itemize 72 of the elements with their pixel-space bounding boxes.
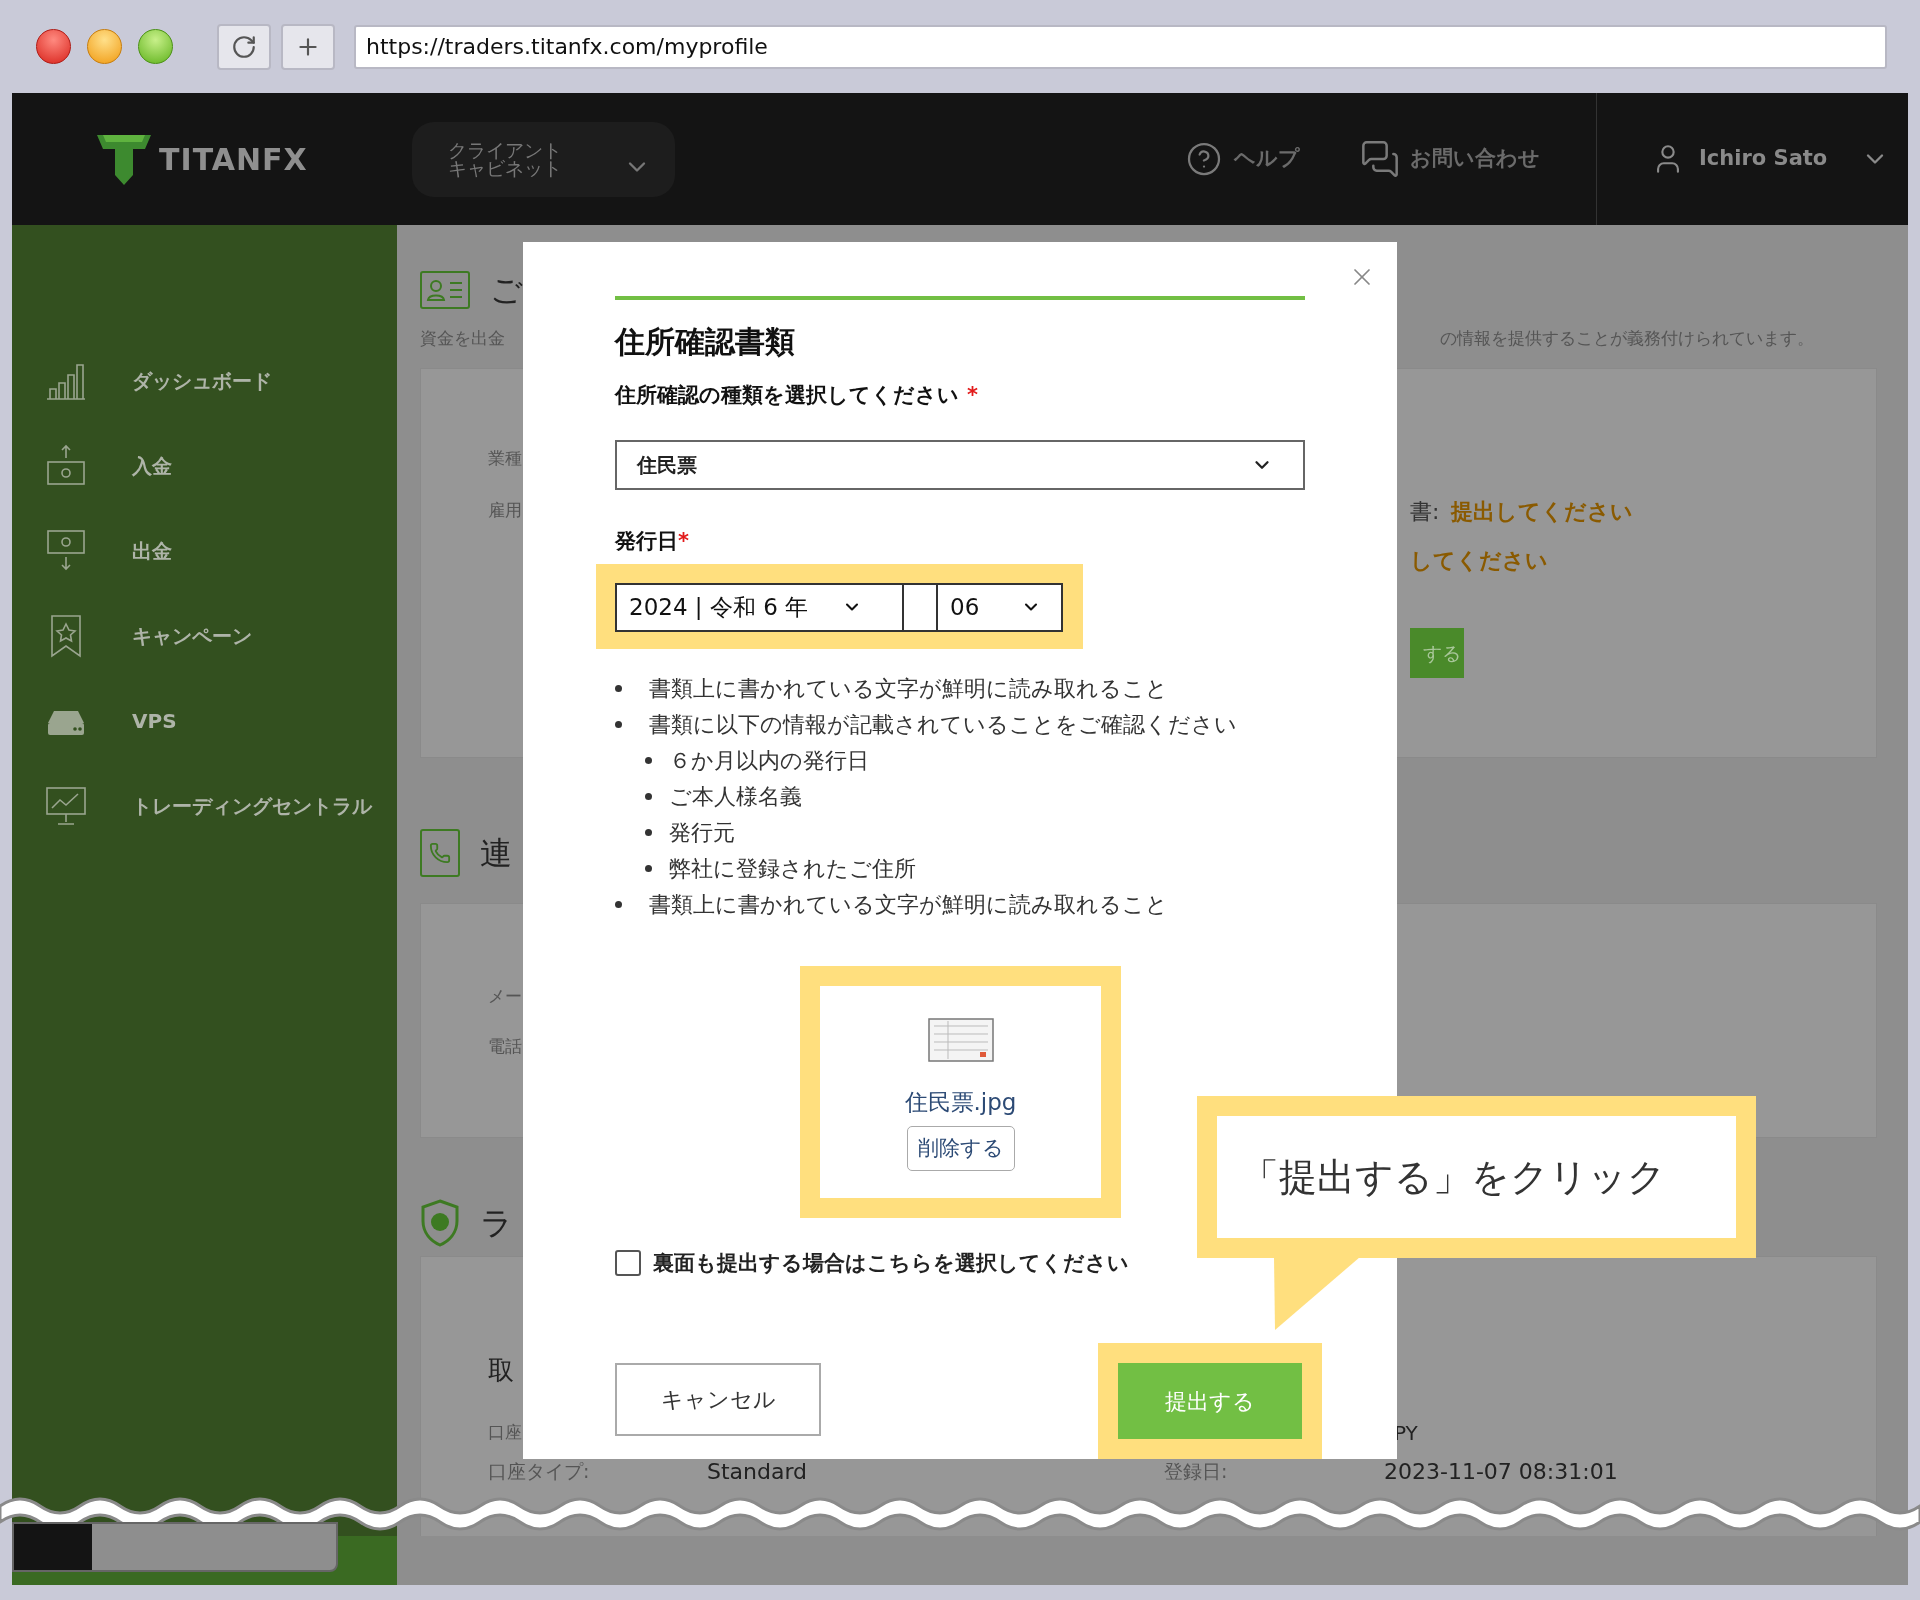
maximize-window-icon[interactable] xyxy=(138,29,173,64)
checkbox[interactable] xyxy=(615,1250,641,1277)
submit-button[interactable]: 提出する xyxy=(1118,1363,1302,1439)
section-heading: ご xyxy=(490,270,523,311)
section-note: の情報を提供することが義務付けられています。 xyxy=(1440,327,1814,351)
delete-button[interactable]: 削除する xyxy=(906,1125,1015,1171)
sidebar-item[interactable]: ダッシュボード xyxy=(12,338,397,423)
status-text: してください xyxy=(1410,547,1549,575)
contact-link[interactable]: お問い合わせ xyxy=(1359,139,1540,179)
document-thumbnail-icon xyxy=(927,1017,994,1062)
checkbox-label: 裏面も提出する場合はこちらを選択してください xyxy=(653,1249,1129,1277)
field-label: 発行日 xyxy=(615,527,678,555)
sidebar-item[interactable]: キャンペーン xyxy=(12,593,397,678)
requirement-text: 発行元 xyxy=(669,818,735,847)
sidebar-item[interactable]: 入金 xyxy=(12,423,397,508)
field-value: Standard xyxy=(707,1457,809,1486)
help-icon xyxy=(1185,141,1222,177)
reload-icon xyxy=(231,33,257,60)
sidebar-item[interactable]: VPS xyxy=(12,678,397,763)
sidebar-item[interactable]: 出金 xyxy=(12,508,397,593)
cancel-button[interactable]: キャンセル xyxy=(615,1363,821,1436)
id-card-icon xyxy=(420,271,470,309)
close-window-icon[interactable] xyxy=(36,29,71,64)
field-label: 業種 xyxy=(488,447,522,470)
requirement-text: 弊社に登録されたご住所 xyxy=(669,854,916,883)
client-cabinet-dropdown[interactable]: クライアント キャビネット xyxy=(411,121,675,197)
submit-document-button[interactable]: する xyxy=(1410,628,1464,678)
status-text: 提出してください xyxy=(1451,497,1634,526)
withdraw-icon xyxy=(44,528,88,573)
field-label: メー xyxy=(488,985,522,1008)
section-heading: 連 xyxy=(480,833,512,874)
shield-icon xyxy=(420,1199,460,1247)
reload-button[interactable] xyxy=(217,23,271,70)
field-label: 書: xyxy=(1410,497,1440,526)
logo-text: TITANFX xyxy=(159,140,308,179)
field-label: 雇用 xyxy=(488,499,522,522)
card-subheading: 取 xyxy=(488,1354,514,1387)
callout-text: 「提出する」をクリック xyxy=(1241,1153,1666,1201)
field-value: 2023-11-07 08:31:01 xyxy=(1384,1457,1618,1486)
bullet-icon xyxy=(615,901,622,909)
document-type-select[interactable]: 住民票 xyxy=(615,439,1305,490)
phone-book-icon xyxy=(420,829,460,877)
bullet-icon xyxy=(645,829,652,837)
field-label: 登録日: xyxy=(1164,1458,1229,1484)
requirement-text: ６か月以内の発行日 xyxy=(669,746,869,775)
bullet-icon xyxy=(645,757,652,765)
new-tab-button[interactable] xyxy=(281,23,335,70)
requirement-text: ご本人様名義 xyxy=(669,782,802,811)
bullet-icon xyxy=(615,685,622,693)
help-link[interactable]: ヘルプ xyxy=(1185,141,1300,177)
requirement-text: 書類上に書かれている文字が鮮明に読み取れること xyxy=(649,890,1168,919)
bullet-icon xyxy=(645,865,652,873)
address-bar[interactable]: https://traders.titanfx.com/myprofile xyxy=(354,24,1887,69)
sidebar-item[interactable]: トレーディングセントラル xyxy=(12,763,397,848)
field-label: 口座タイプ: xyxy=(488,1458,591,1484)
field-label: 電話 xyxy=(488,1035,522,1058)
section-note: 資金を出金 xyxy=(420,327,505,351)
requirement-text: 書類に以下の情報が記載されていることをご確認ください xyxy=(649,710,1237,739)
section-heading: ラ xyxy=(480,1203,513,1244)
chat-icon xyxy=(1359,139,1400,179)
bullet-icon xyxy=(645,793,652,801)
dialog-title: 住所確認書類 xyxy=(615,322,795,361)
bullet-icon xyxy=(615,721,622,729)
deposit-icon xyxy=(44,443,88,488)
file-name: 住民票.jpg xyxy=(904,1087,1017,1117)
required-mark: * xyxy=(678,527,689,555)
shield-logo-icon xyxy=(97,133,151,185)
field-label: 口座 xyxy=(488,1421,522,1445)
requirement-text: 書類上に書かれている文字が鮮明に読み取れること xyxy=(649,674,1168,703)
user-menu[interactable]: Ichiro Sato xyxy=(1651,142,1890,176)
required-mark: * xyxy=(967,381,978,409)
field-label: 住所確認の種類を選択してください xyxy=(615,381,959,409)
